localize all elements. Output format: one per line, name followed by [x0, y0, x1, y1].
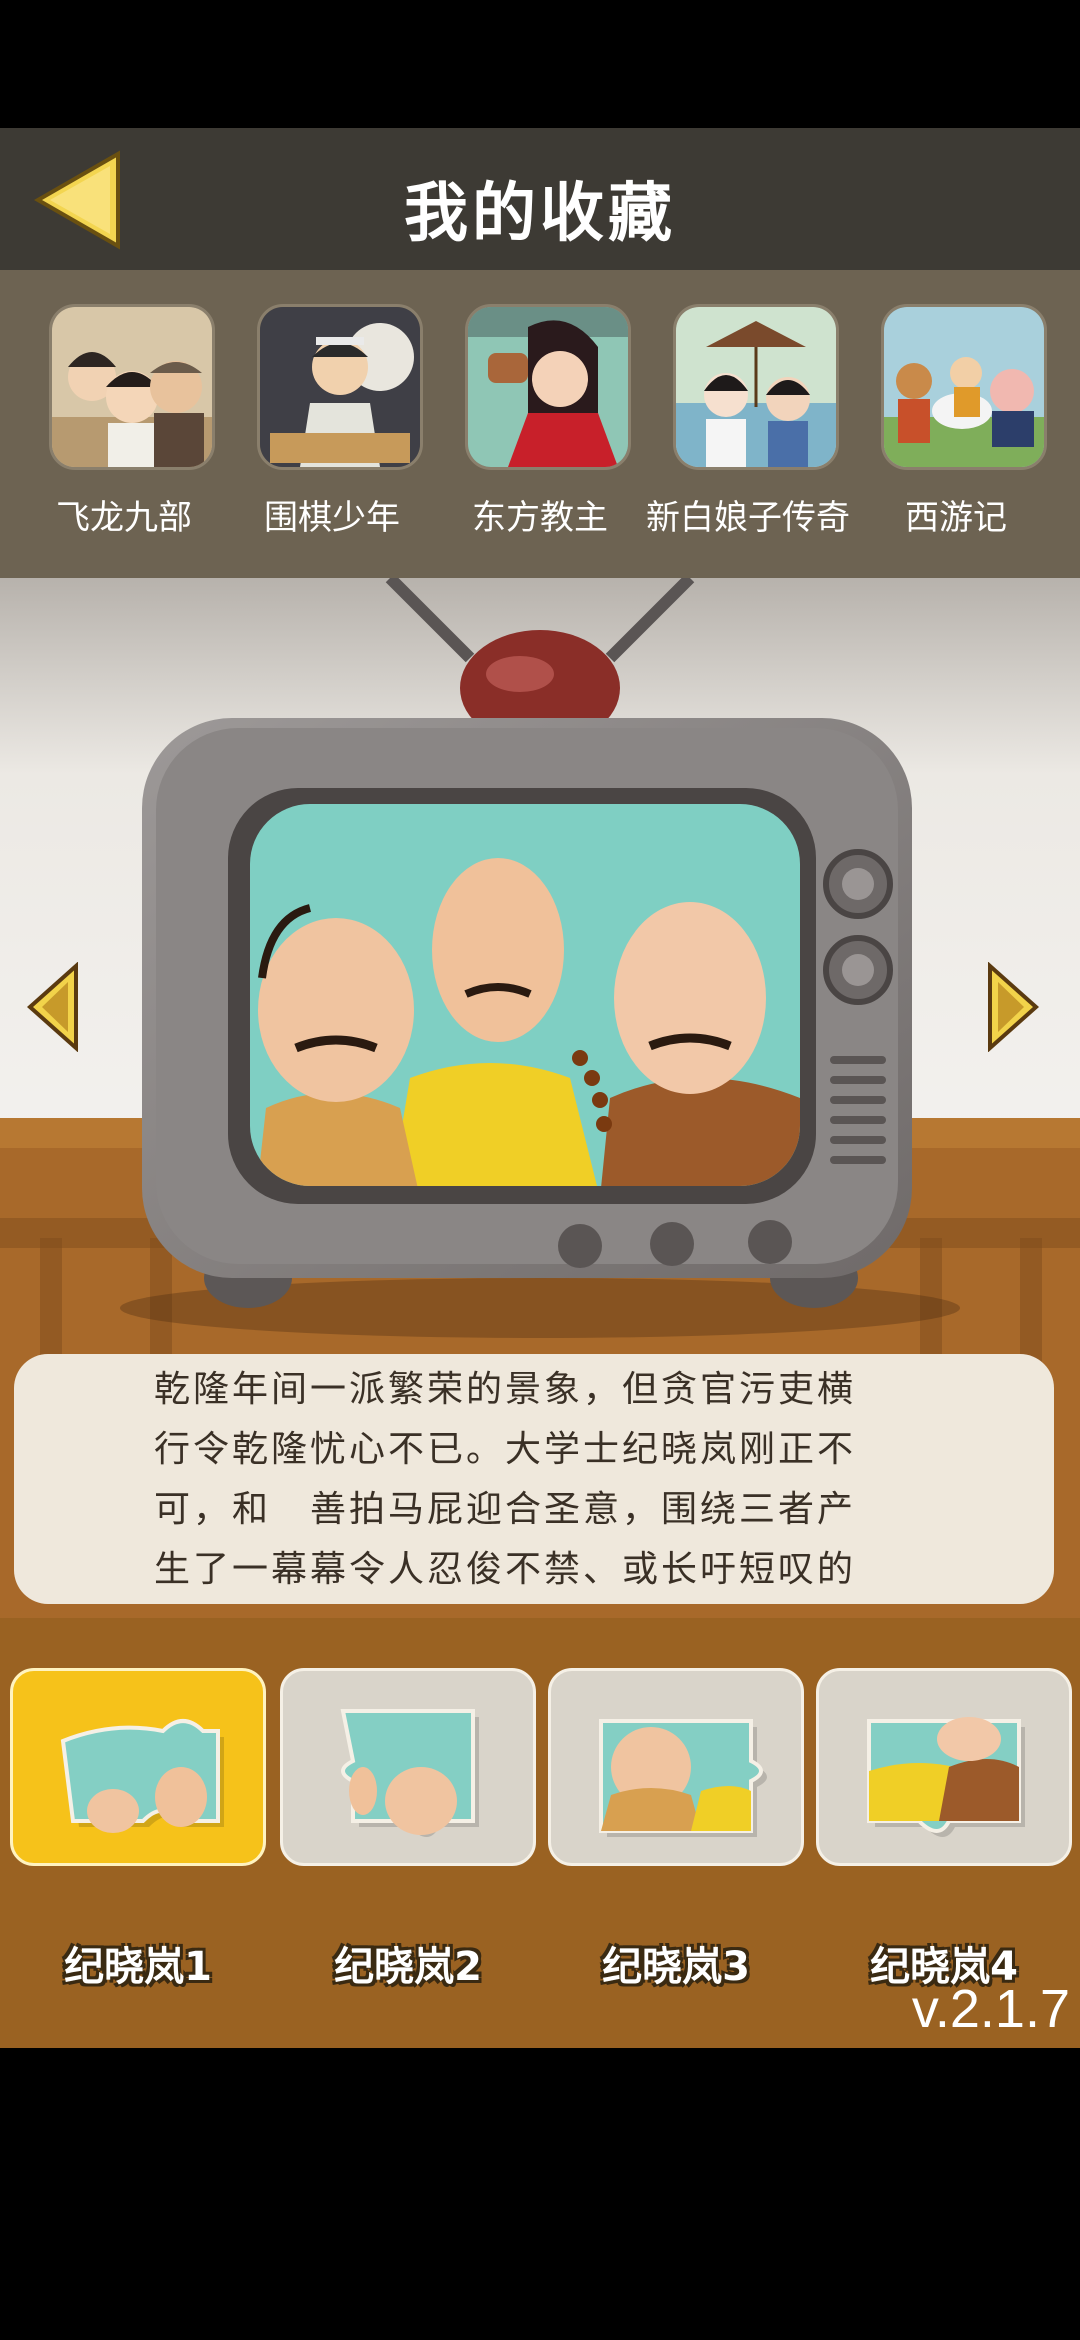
piece-thumbnail: [816, 1668, 1072, 1866]
puzzle-piece-3[interactable]: 纪晓岚3: [548, 1668, 804, 1990]
favorite-thumbnail: [49, 304, 215, 470]
story-description-box: 乾隆年间一派繁荣的景象，但贪官污吏横 行令乾隆忧心不已。大学士纪晓岚刚正不 可，…: [14, 1354, 1054, 1604]
favorite-item-feilong[interactable]: 飞龙九部: [24, 304, 224, 554]
puzzle-piece-2[interactable]: 纪晓岚2: [280, 1668, 536, 1990]
page-title: 我的收藏: [404, 177, 676, 251]
chevron-left-icon: [26, 961, 78, 1053]
favorite-label: 飞龙九部: [56, 498, 192, 538]
piece-thumbnail: [280, 1668, 536, 1866]
story-description: 乾隆年间一派繁荣的景象，但贪官污吏横 行令乾隆忧心不已。大学士纪晓岚刚正不 可，…: [154, 1360, 934, 1600]
puzzle-piece-4[interactable]: 纪晓岚4: [816, 1668, 1072, 1990]
piece-label: 纪晓岚3: [602, 1944, 750, 1990]
favorites-strip: 飞龙九部 围棋少年 东方教主 新白娘子传奇 西游记: [0, 270, 1080, 578]
app-screen: 我的收藏 飞龙九部 围棋少年 东方教主 新白娘子传奇 西游记 乾隆年间一派繁荣的…: [0, 0, 1080, 2340]
favorite-thumbnail: [257, 304, 423, 470]
piece-label: 纪晓岚2: [334, 1944, 482, 1990]
favorite-item-weiqi[interactable]: 围棋少年: [232, 304, 432, 554]
favorite-thumbnail: [465, 304, 631, 470]
favorite-item-bainiangzi[interactable]: 新白娘子传奇: [646, 304, 850, 554]
header-bar: 我的收藏: [0, 128, 1080, 270]
description-line: 乾隆年间一派繁荣的景象，但贪官污吏横: [154, 1369, 857, 1410]
favorite-label: 新白娘子传奇: [646, 498, 850, 538]
version-label: v.2.1.7: [911, 1979, 1070, 2039]
favorite-thumbnail: [881, 304, 1047, 470]
favorite-label: 东方教主: [472, 498, 608, 538]
description-line: 行令乾隆忧心不已。大学士纪晓岚刚正不: [154, 1429, 857, 1470]
favorite-label: 西游记: [905, 498, 1007, 538]
favorite-item-dongfang[interactable]: 东方教主: [440, 304, 640, 554]
puzzle-piece-1[interactable]: 纪晓岚1: [10, 1668, 266, 1990]
description-line: 可，和 善拍马屁迎合圣意，围绕三者产: [154, 1489, 857, 1530]
favorite-thumbnail: [673, 304, 839, 470]
previous-arrow-button[interactable]: [26, 961, 82, 1053]
description-line: 生了一幕幕令人忍俊不禁、或长吁短叹的: [154, 1549, 857, 1590]
next-arrow-button[interactable]: [984, 961, 1040, 1053]
piece-selector: 纪晓岚1 纪晓岚2 纪晓岚3 纪晓岚4 v.2.1.7: [0, 1618, 1080, 2048]
piece-label: 纪晓岚1: [64, 1944, 212, 1990]
favorite-item-xiyouji[interactable]: 西游记: [856, 304, 1056, 554]
favorite-label: 围棋少年: [264, 498, 400, 538]
piece-thumbnail: [548, 1668, 804, 1866]
chevron-right-icon: [988, 961, 1040, 1053]
piece-thumbnail: [10, 1668, 266, 1866]
